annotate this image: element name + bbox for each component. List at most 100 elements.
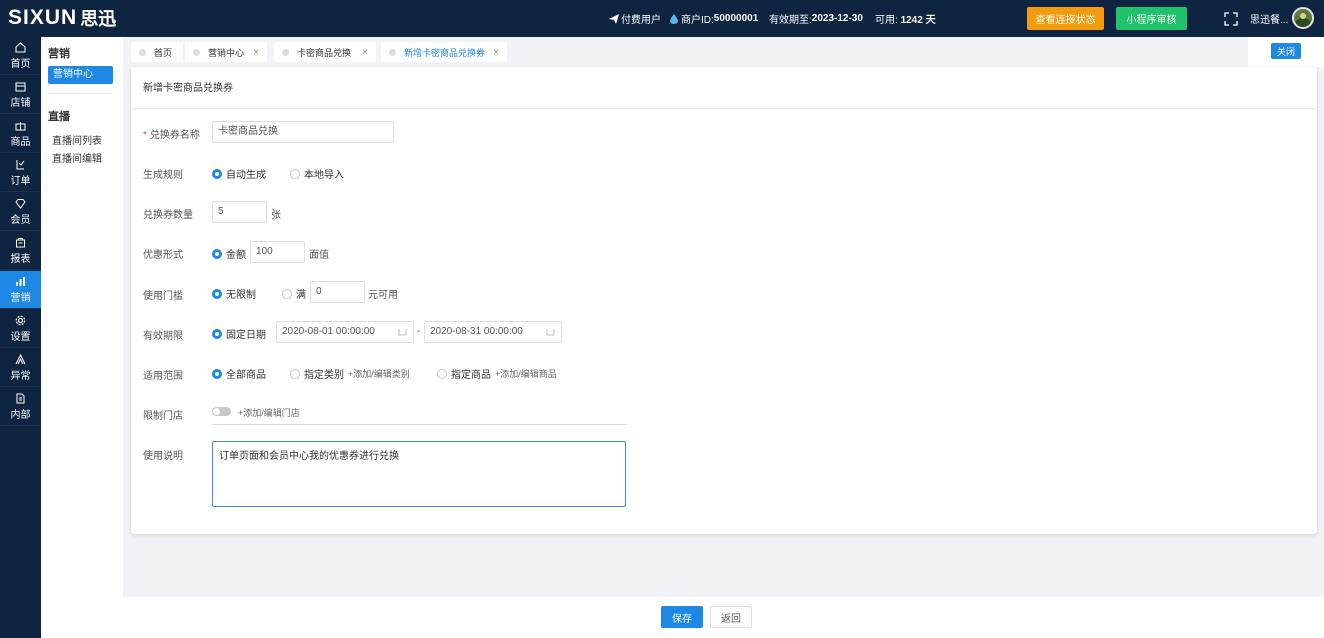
form-card: 新增卡密商品兑换券 * 兑换券名称 卡密商品兑换 生成规则 自动生成 本地导入 兑… — [131, 67, 1317, 534]
valid-until-value: 2023-12-30 — [811, 13, 863, 24]
discount-unit: 面值 — [309, 250, 329, 261]
subnav-section-live: 直播 — [48, 111, 70, 123]
radio-label: 指定类别 — [304, 370, 344, 381]
radio-dot — [212, 288, 222, 299]
paid-user-info: 付费用户 — [609, 0, 661, 37]
desc-label: 使用说明 — [143, 451, 183, 462]
add-category-link[interactable]: +添加/编辑类别 — [348, 367, 410, 380]
username[interactable]: 思迅餐... — [1250, 0, 1288, 37]
subnav-divider — [48, 93, 113, 94]
radio-min-spend[interactable]: 满 — [282, 286, 306, 301]
voucher-qty-input[interactable]: 5 — [212, 201, 267, 223]
diamond-icon — [15, 198, 26, 209]
sidebar-item-label: 商品 — [10, 136, 31, 148]
required-mark: * — [143, 130, 147, 141]
close-icon[interactable]: × — [362, 47, 368, 58]
radio-auto-generate[interactable]: 自动生成 — [212, 166, 266, 181]
merchant-id: 50000001 — [713, 13, 759, 24]
close-tabs-button[interactable]: 关闭 — [1271, 43, 1301, 59]
tab-card-exchange[interactable]: 卡密商品兑换 × — [274, 42, 376, 62]
tab-dot — [193, 48, 200, 56]
sidebar-item-label: 订单 — [10, 175, 31, 187]
sidebar-item-label: 营销 — [10, 292, 31, 304]
sidebar-item-reports[interactable]: 报表 — [0, 232, 41, 270]
sidebar-item-marketing[interactable]: 营销 — [0, 271, 41, 309]
tab-marketing-center[interactable]: 营销中心 × — [185, 42, 267, 62]
name-label-text: 兑换券名称 — [149, 130, 200, 141]
subnav-item-live-edit[interactable]: 直播间编辑 — [52, 150, 102, 165]
sidebar-item-exceptions[interactable]: 异常 — [0, 349, 41, 387]
sidebar: 首页 店铺 商品 订单 会员 报表 营销 设置 异常 内部 — [0, 37, 41, 638]
radio-all-goods[interactable]: 全部商品 — [212, 366, 266, 381]
subnav-section-marketing: 营销 — [48, 48, 70, 60]
sidebar-item-settings[interactable]: 设置 — [0, 310, 41, 348]
sidebar-item-label: 会员 — [10, 214, 31, 226]
radio-label: 固定日期 — [226, 330, 266, 341]
tab-home[interactable]: 首页 — [131, 42, 183, 62]
radio-fixed-date[interactable]: 固定日期 — [212, 326, 266, 341]
report-icon — [16, 237, 25, 247]
date-separator: - — [417, 326, 421, 337]
store-toggle[interactable] — [212, 407, 231, 416]
miniprogram-review-button[interactable]: 小程序审核 — [1116, 7, 1187, 30]
radio-local-import[interactable]: 本地导入 — [290, 166, 344, 181]
top-bar: SIXUN 思迅 付费用户 商户ID: 50000001 有效期至: 2023-12… — [0, 0, 1324, 37]
sidebar-item-internal[interactable]: 内部 — [0, 388, 41, 426]
discount-value-input[interactable]: 100 — [250, 241, 305, 263]
paid-user-label: 付费用户 — [621, 15, 661, 26]
radio-label: 本地导入 — [304, 170, 344, 181]
usage-description-textarea[interactable]: 订单页面和会员中心我的优惠券进行兑换 — [212, 441, 626, 507]
radio-label: 指定商品 — [451, 370, 491, 381]
end-date-value: 2020-08-31 00:00:00 — [430, 326, 523, 337]
check-connection-button[interactable]: 查看连接状态 — [1027, 7, 1104, 30]
sidebar-item-home[interactable]: 首页 — [0, 37, 41, 75]
home-icon — [15, 41, 26, 52]
subnav-item-marketing-center[interactable]: 营销中心 — [48, 66, 113, 84]
radio-label: 满 — [296, 290, 306, 301]
subnav-item-live-list[interactable]: 直播间列表 — [52, 132, 102, 147]
save-button[interactable]: 保存 — [661, 606, 703, 628]
sidebar-item-label: 异常 — [10, 370, 31, 382]
add-goods-link[interactable]: +添加/编辑商品 — [495, 367, 557, 380]
voucher-name-input[interactable]: 卡密商品兑换 — [212, 121, 394, 143]
radio-specific-goods[interactable]: 指定商品 — [437, 366, 491, 381]
available-days: 1242 天 — [900, 15, 936, 26]
start-date-value: 2020-08-01 00:00:00 — [282, 326, 375, 337]
sidebar-item-orders[interactable]: 订单 — [0, 154, 41, 192]
radio-label: 自动生成 — [226, 170, 266, 181]
merchant-label: 商户ID: — [681, 15, 714, 26]
radio-unlimited[interactable]: 无限制 — [212, 286, 256, 301]
calendar-icon — [398, 329, 407, 336]
radio-dot — [212, 168, 222, 179]
threshold-value-input[interactable]: 0 — [310, 281, 365, 303]
radio-amount[interactable]: 金额 — [212, 246, 246, 261]
close-icon[interactable]: × — [253, 47, 259, 58]
send-icon — [609, 13, 619, 24]
fullscreen-icon[interactable] — [1224, 12, 1238, 26]
discount-label: 优惠形式 — [143, 250, 183, 261]
close-icon[interactable]: × — [493, 47, 499, 58]
sidebar-item-store[interactable]: 店铺 — [0, 76, 41, 114]
tab-label: 首页 — [154, 47, 173, 58]
name-label: * 兑换券名称 — [143, 126, 200, 141]
sidebar-item-goods[interactable]: 商品 — [0, 115, 41, 153]
avatar[interactable] — [1292, 7, 1314, 29]
tab-dot — [389, 48, 396, 56]
sidebar-item-label: 首页 — [10, 58, 31, 70]
tab-dot — [282, 48, 289, 56]
start-date-input[interactable]: 2020-08-01 00:00:00 — [276, 321, 414, 343]
sidebar-item-members[interactable]: 会员 — [0, 193, 41, 231]
drop-icon — [670, 13, 678, 24]
store-underline — [212, 424, 626, 425]
end-date-input[interactable]: 2020-08-31 00:00:00 — [424, 321, 562, 343]
threshold-unit: 元可用 — [368, 290, 398, 301]
back-button[interactable]: 返回 — [710, 606, 752, 628]
calendar-icon — [546, 329, 555, 336]
tab-new-card-voucher[interactable]: 新增卡密商品兑换券 × — [381, 42, 507, 62]
tab-label: 营销中心 — [208, 47, 245, 58]
radio-specific-category[interactable]: 指定类别 — [290, 366, 344, 381]
bar-chart-icon — [16, 276, 25, 286]
available-info: 可用: 1242 天 — [875, 0, 936, 37]
add-store-link[interactable]: +添加/编辑门店 — [238, 406, 300, 419]
valid-until-label: 有效期至: — [769, 15, 812, 26]
